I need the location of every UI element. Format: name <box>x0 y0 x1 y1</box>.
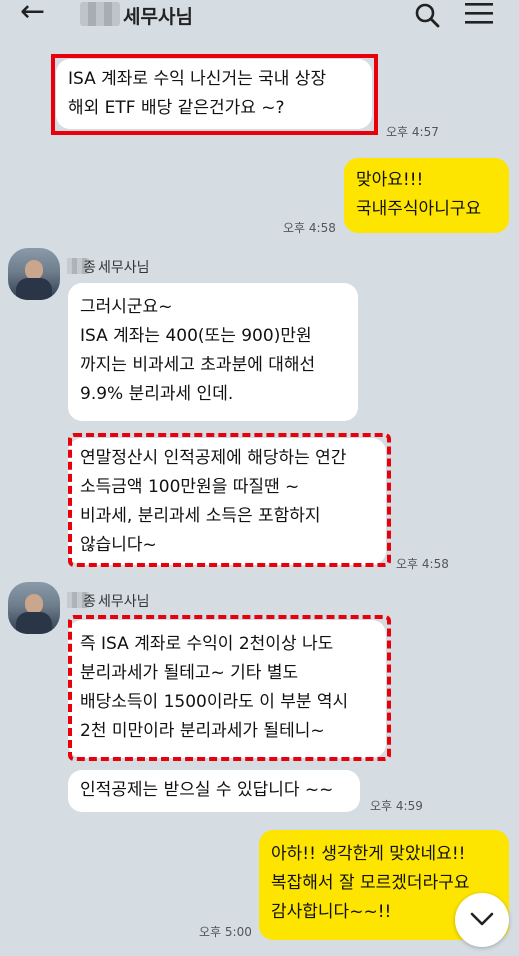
highlight-box <box>68 433 391 567</box>
sender-avatar[interactable] <box>8 248 60 300</box>
chevron-down-icon <box>470 912 494 926</box>
highlight-box <box>51 54 378 135</box>
message-time: 오후 4:58 <box>396 557 449 571</box>
back-arrow-icon[interactable]: ← <box>20 0 45 28</box>
search-icon[interactable] <box>414 2 440 28</box>
sender-name: 세무사님 <box>98 260 150 276</box>
message-time: 오후 4:58 <box>283 221 336 235</box>
blurred-name-prefix <box>80 2 120 26</box>
highlight-box <box>68 615 391 761</box>
chat-title: 세무사님 <box>123 6 193 28</box>
sender-name: 세무사님 <box>98 594 150 610</box>
message-bubble[interactable]: 그러시군요~ ISA 계좌는 400(또는 900)만원 까지는 비과세고 초과… <box>68 283 358 421</box>
sender-name-prefix: 종 <box>83 594 96 610</box>
message-bubble[interactable]: 인적공제는 받으실 수 있답니다 ~~ <box>68 770 360 812</box>
message-time: 오후 4:57 <box>386 125 439 139</box>
sender-avatar[interactable] <box>8 582 60 634</box>
chat-screen: ← 세무사님 ISA 계좌로 수익 나신거는 국내 상장 해외 ETF 배당 같… <box>0 0 519 956</box>
message-time: 오후 4:59 <box>370 799 423 813</box>
message-bubble[interactable]: 맞아요!!! 국내주식아니구요 <box>344 158 509 233</box>
chat-header: ← 세무사님 <box>0 0 519 32</box>
message-time: 오후 5:00 <box>199 925 252 939</box>
scroll-to-bottom-button[interactable] <box>455 893 509 947</box>
sender-name-prefix: 종 <box>83 260 96 276</box>
menu-icon[interactable] <box>465 2 493 24</box>
